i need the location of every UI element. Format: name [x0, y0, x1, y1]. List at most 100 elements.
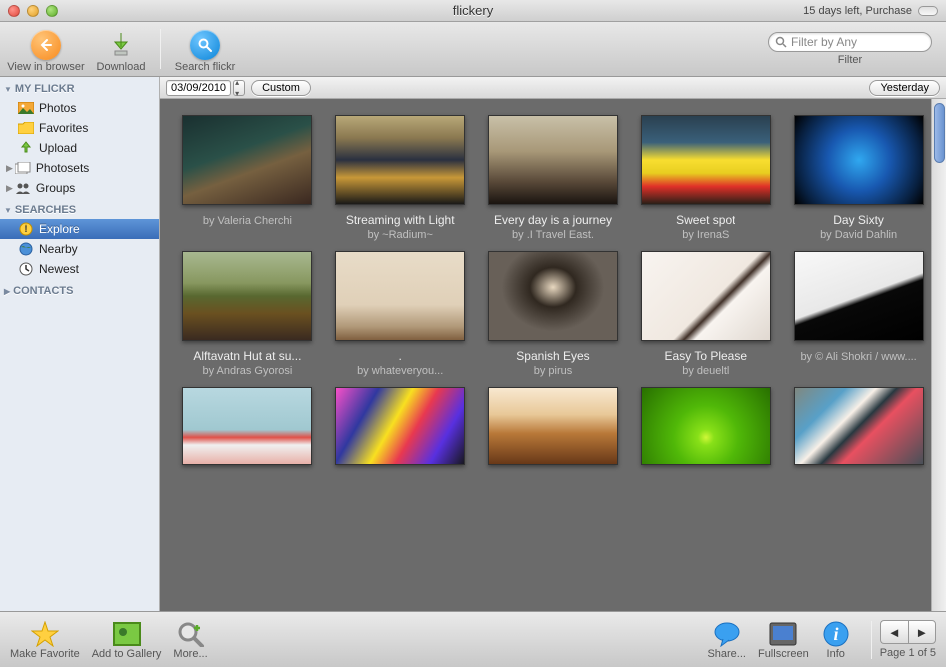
- thumbnail[interactable]: [641, 251, 771, 341]
- add-to-gallery-button[interactable]: Add to Gallery: [92, 620, 162, 660]
- scrollbar[interactable]: [931, 99, 946, 611]
- date-field[interactable]: 03/09/2010: [166, 80, 231, 96]
- photo-author: by deueltl: [682, 365, 729, 377]
- thumbnail[interactable]: [335, 251, 465, 341]
- photo-icon: [18, 101, 34, 115]
- groups-icon: [15, 181, 31, 195]
- thumbnail[interactable]: [335, 115, 465, 205]
- svg-text:!: !: [25, 224, 28, 234]
- more-button[interactable]: More...: [173, 620, 207, 660]
- bottom-toolbar: Make Favorite Add to Gallery More... Sha…: [0, 611, 946, 667]
- scroll-thumb[interactable]: [934, 103, 945, 163]
- photo-title: Sweet spot: [676, 213, 735, 227]
- [interactable]: [488, 387, 618, 465]
- page-indicator: Page 1 of 5: [880, 647, 936, 659]
- next-page-button[interactable]: ►: [908, 620, 936, 644]
- photo-title: Spanish Eyes: [516, 349, 589, 363]
- thumbnail[interactable]: [335, 387, 465, 465]
- thumbnail[interactable]: [182, 251, 312, 341]
- disclosure-icon[interactable]: ▶: [6, 163, 13, 174]
- info-button[interactable]: i Info: [821, 620, 851, 660]
- photo-cell[interactable]: Easy To Please by deueltl: [636, 251, 775, 377]
- upload-icon: [18, 141, 34, 155]
- toolbar: View in browser Download Search flickr F…: [0, 22, 946, 77]
- titlebar: flickery 15 days left, Purchase: [0, 0, 946, 22]
- sidebar-item-photos[interactable]: Photos: [0, 98, 159, 118]
- photo-cell[interactable]: Streaming with Lightby ~Radium~: [331, 115, 470, 241]
- thumbnail[interactable]: [794, 251, 924, 341]
- fullscreen-icon: [768, 620, 798, 648]
- grid-wrap: by Valeria Cherchi Streaming with Lightb…: [160, 99, 946, 611]
- photo-cell[interactable]: Sweet spot by IrenaS: [636, 115, 775, 241]
- photo-author: by whateveryou...: [357, 365, 443, 377]
- date-bar: 03/09/2010 Custom Yesterday: [160, 77, 946, 99]
- photo-title: Alftavatn Hut at su...: [193, 349, 301, 363]
- thumbnail[interactable]: [488, 251, 618, 341]
- photo-title: Day Sixty: [833, 213, 884, 227]
- magnifier-icon: [775, 36, 787, 48]
- globe-icon: [18, 242, 34, 256]
- svg-text:i: i: [833, 624, 838, 644]
- photo-title: Easy To Please: [665, 349, 748, 363]
- photo-grid: by Valeria Cherchi Streaming with Lightb…: [160, 99, 946, 489]
- photo-title: Streaming with Light: [346, 213, 455, 227]
- photo-author: by IrenaS: [682, 229, 729, 241]
- photo-cell[interactable]: .by whateveryou...: [331, 251, 470, 377]
- photo-cell[interactable]: by © Ali Shokri / www....: [789, 251, 928, 377]
- make-favorite-button[interactable]: Make Favorite: [10, 620, 80, 660]
- sidebar-item-upload[interactable]: Upload: [0, 138, 159, 158]
- photo-cell[interactable]: Every day is a journeyby .I Travel East.: [484, 115, 623, 241]
- thumbnail[interactable]: [182, 115, 312, 205]
- sidebar-section-myflickr[interactable]: MY FLICKR: [0, 77, 159, 98]
- thumbnail[interactable]: [794, 387, 924, 465]
- photo-author: by Valeria Cherchi: [203, 215, 292, 227]
- sidebar-item-nearby[interactable]: Nearby: [0, 239, 159, 259]
- photo-cell[interactable]: [636, 387, 775, 473]
- thumbnail[interactable]: [641, 115, 771, 205]
- yesterday-button[interactable]: Yesterday: [869, 80, 940, 96]
- separator: [160, 29, 161, 69]
- photo-cell[interactable]: by Valeria Cherchi: [178, 115, 317, 241]
- thumbnail[interactable]: [488, 115, 618, 205]
- content-area: 03/09/2010 Custom Yesterday by Valeria C…: [160, 77, 946, 611]
- sidebar: MY FLICKR Photos Favorites Upload ▶ Phot…: [0, 77, 160, 611]
- thumbnail[interactable]: [641, 387, 771, 465]
- photo-cell[interactable]: Alftavatn Hut at su...by Andras Gyorosi: [178, 251, 317, 377]
- download-button[interactable]: Download: [86, 23, 156, 75]
- separator: [871, 621, 872, 659]
- filter-input[interactable]: Filter by Any: [768, 32, 932, 52]
- thumbnail[interactable]: [794, 115, 924, 205]
- sidebar-item-favorites[interactable]: Favorites: [0, 118, 159, 138]
- photo-author: by pirus: [534, 365, 573, 377]
- photo-cell[interactable]: [789, 387, 928, 473]
- disclosure-icon[interactable]: ▶: [6, 183, 13, 194]
- thumbnail[interactable]: [182, 387, 312, 465]
- sidebar-item-newest[interactable]: Newest: [0, 259, 159, 279]
- photo-cell[interactable]: [484, 387, 623, 473]
- photosets-icon: [15, 161, 31, 175]
- prev-page-button[interactable]: ◄: [880, 620, 908, 644]
- sidebar-item-groups[interactable]: ▶ Groups: [0, 178, 159, 198]
- photo-cell[interactable]: [178, 387, 317, 473]
- sidebar-section-searches[interactable]: SEARCHES: [0, 198, 159, 219]
- info-icon: i: [821, 620, 851, 648]
- share-button[interactable]: Share...: [707, 620, 746, 660]
- view-in-browser-button[interactable]: View in browser: [6, 23, 86, 75]
- date-stepper[interactable]: [233, 80, 245, 96]
- explore-icon: !: [18, 222, 34, 236]
- filter-box: Filter by Any Filter: [768, 32, 940, 66]
- window-title: flickery: [0, 3, 946, 18]
- photo-cell[interactable]: Spanish Eyes by pirus: [484, 251, 623, 377]
- photo-cell[interactable]: [331, 387, 470, 473]
- search-flickr-button[interactable]: Search flickr: [165, 23, 245, 75]
- star-folder-icon: [18, 121, 34, 135]
- magnifier-plus-icon: [176, 620, 206, 648]
- sidebar-item-explore[interactable]: ! Explore: [0, 219, 159, 239]
- sidebar-item-photosets[interactable]: ▶ Photosets: [0, 158, 159, 178]
- speech-bubble-icon: [712, 620, 742, 648]
- custom-button[interactable]: Custom: [251, 80, 311, 96]
- photo-cell[interactable]: Day Sixtyby David Dahlin: [789, 115, 928, 241]
- fullscreen-button[interactable]: Fullscreen: [758, 620, 809, 660]
- sidebar-section-contacts[interactable]: CONTACTS: [0, 279, 159, 300]
- page-nav: ◄ ► Page 1 of 5: [880, 620, 936, 659]
